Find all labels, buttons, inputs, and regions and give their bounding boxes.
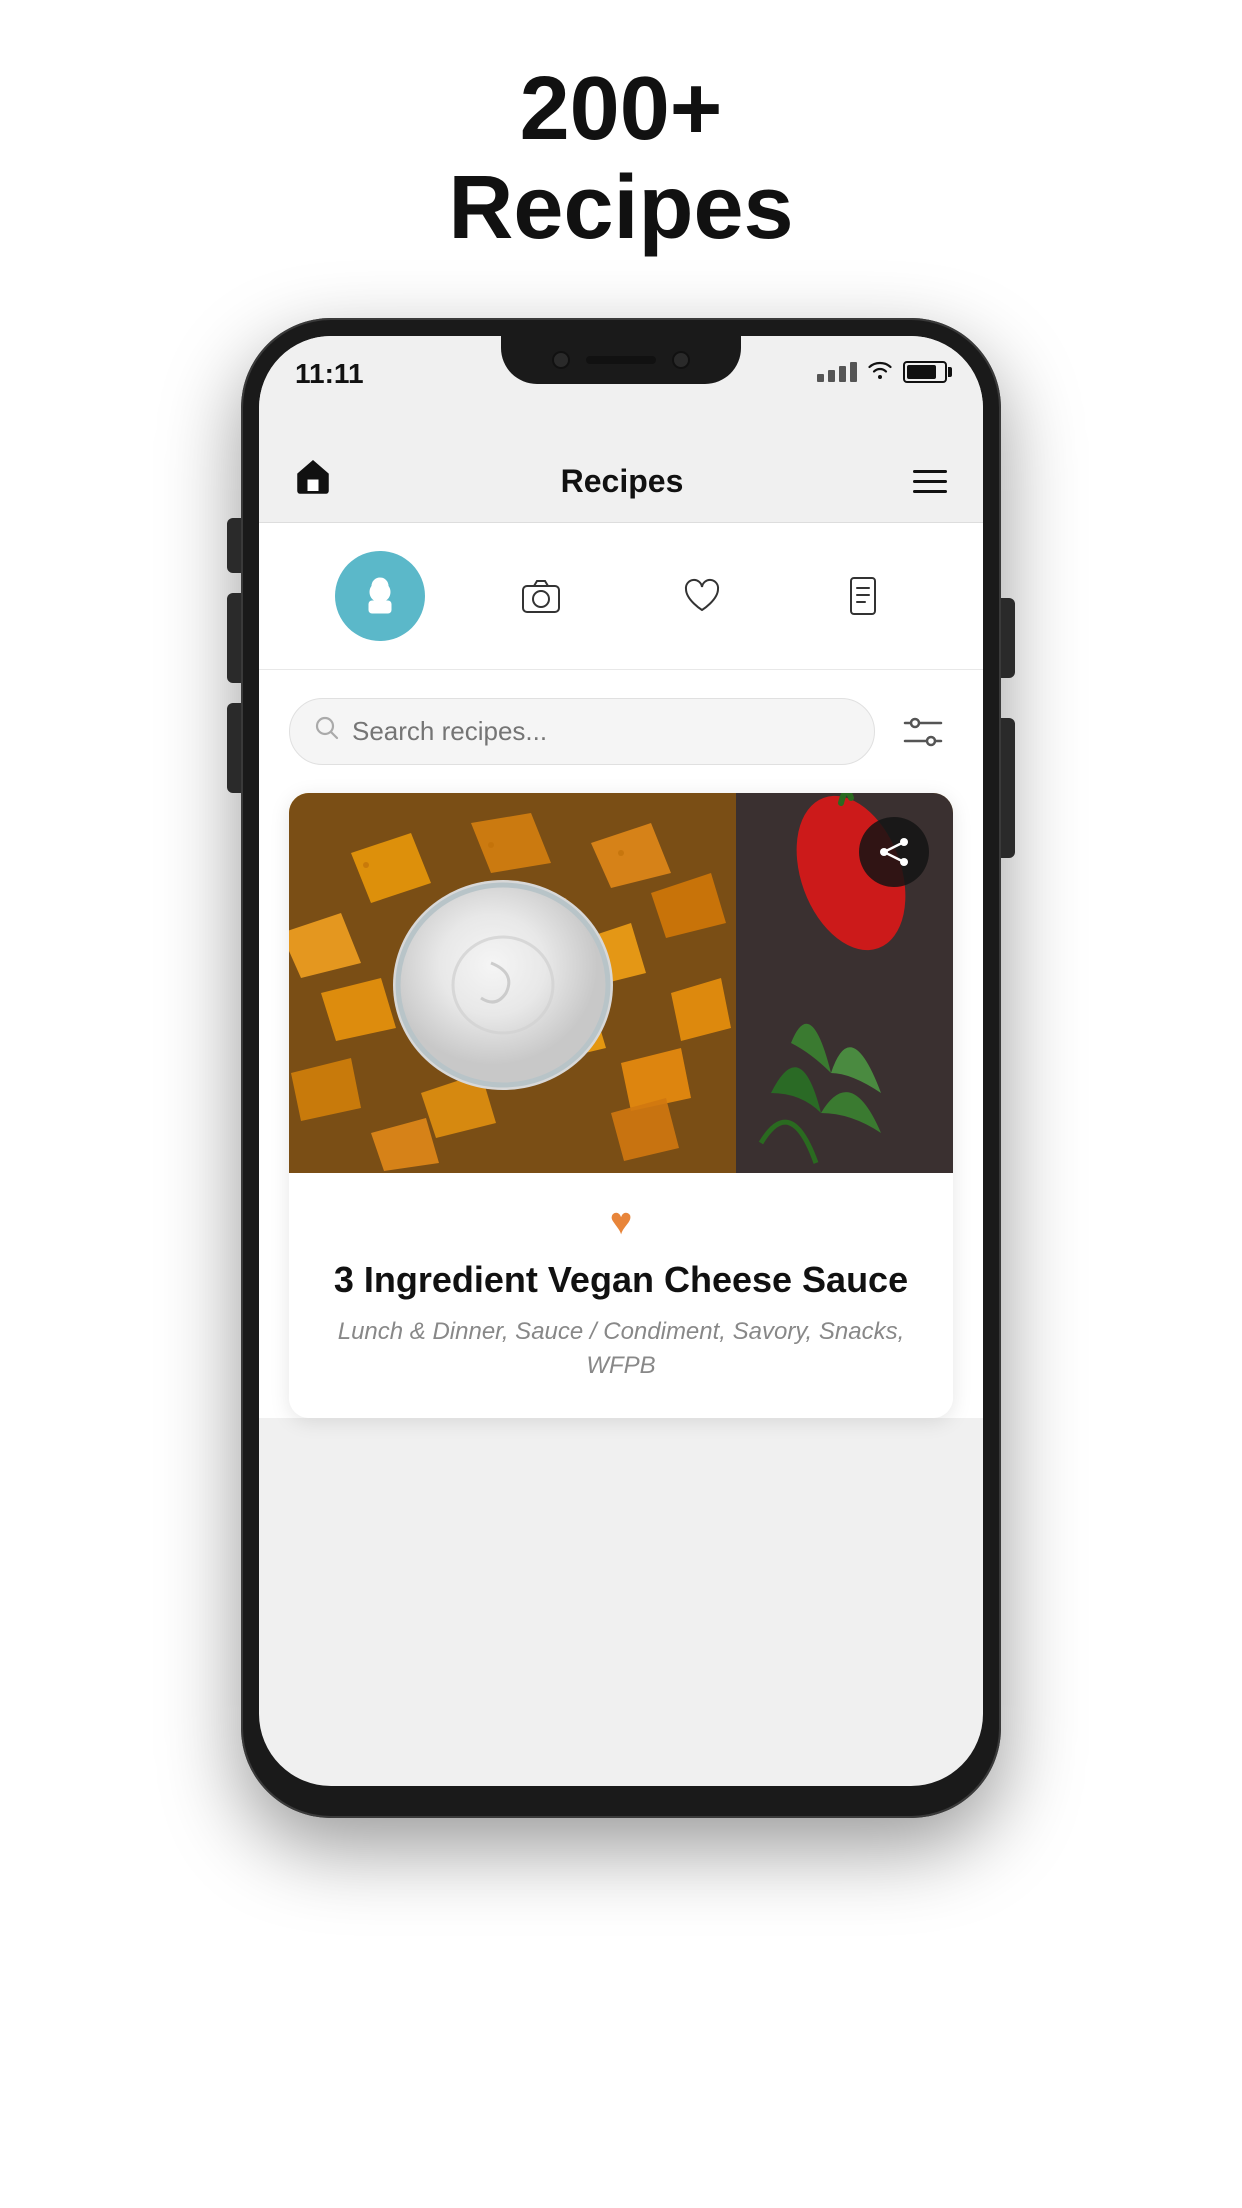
search-icon: [314, 715, 340, 748]
search-input-wrapper[interactable]: [289, 698, 875, 765]
status-bar: 11:11: [259, 336, 983, 446]
nav-title: Recipes: [561, 463, 684, 500]
notch: [501, 336, 741, 384]
page-header: 200+ Recipes: [448, 0, 793, 298]
home-icon[interactable]: [295, 458, 331, 504]
heart-icon[interactable]: ♥: [319, 1201, 923, 1244]
wifi-icon: [867, 358, 893, 386]
phone-screen: 11:11: [259, 336, 983, 1786]
notes-tab[interactable]: [818, 551, 908, 641]
search-input[interactable]: [352, 716, 850, 747]
app-content: ♥ 3 Ingredient Vegan Cheese Sauce Lunch …: [259, 523, 983, 1418]
search-area: [259, 670, 983, 793]
recipes-tab[interactable]: [335, 551, 425, 641]
signal-icon: [817, 362, 857, 382]
filter-button[interactable]: [893, 705, 953, 759]
face-id-sensor: [672, 351, 690, 369]
recipe-title: 3 Ingredient Vegan Cheese Sauce: [319, 1258, 923, 1301]
silent-switch[interactable]: [227, 703, 241, 793]
volume-down-button[interactable]: [227, 593, 241, 683]
battery-icon: [903, 361, 947, 383]
favorites-tab[interactable]: [657, 551, 747, 641]
recipe-image: [289, 793, 953, 1173]
menu-button[interactable]: [913, 470, 947, 493]
front-camera: [552, 351, 570, 369]
recipe-tags: Lunch & Dinner, Sauce / Condiment, Savor…: [319, 1315, 923, 1382]
recipe-card[interactable]: ♥ 3 Ingredient Vegan Cheese Sauce Lunch …: [289, 793, 953, 1418]
share-button[interactable]: [859, 817, 929, 887]
status-time: 11:11: [295, 358, 364, 390]
nav-bar: Recipes: [259, 446, 983, 523]
speaker: [586, 356, 656, 364]
volume-up-button[interactable]: [227, 518, 241, 573]
icon-row: [259, 523, 983, 670]
status-icons: [817, 358, 947, 386]
phone-frame: 11:11: [241, 318, 1001, 1818]
page-title: 200+ Recipes: [448, 60, 793, 258]
phone-wrapper: 11:11: [0, 298, 1242, 1818]
recipe-info: ♥ 3 Ingredient Vegan Cheese Sauce Lunch …: [289, 1173, 953, 1418]
camera-tab[interactable]: [496, 551, 586, 641]
